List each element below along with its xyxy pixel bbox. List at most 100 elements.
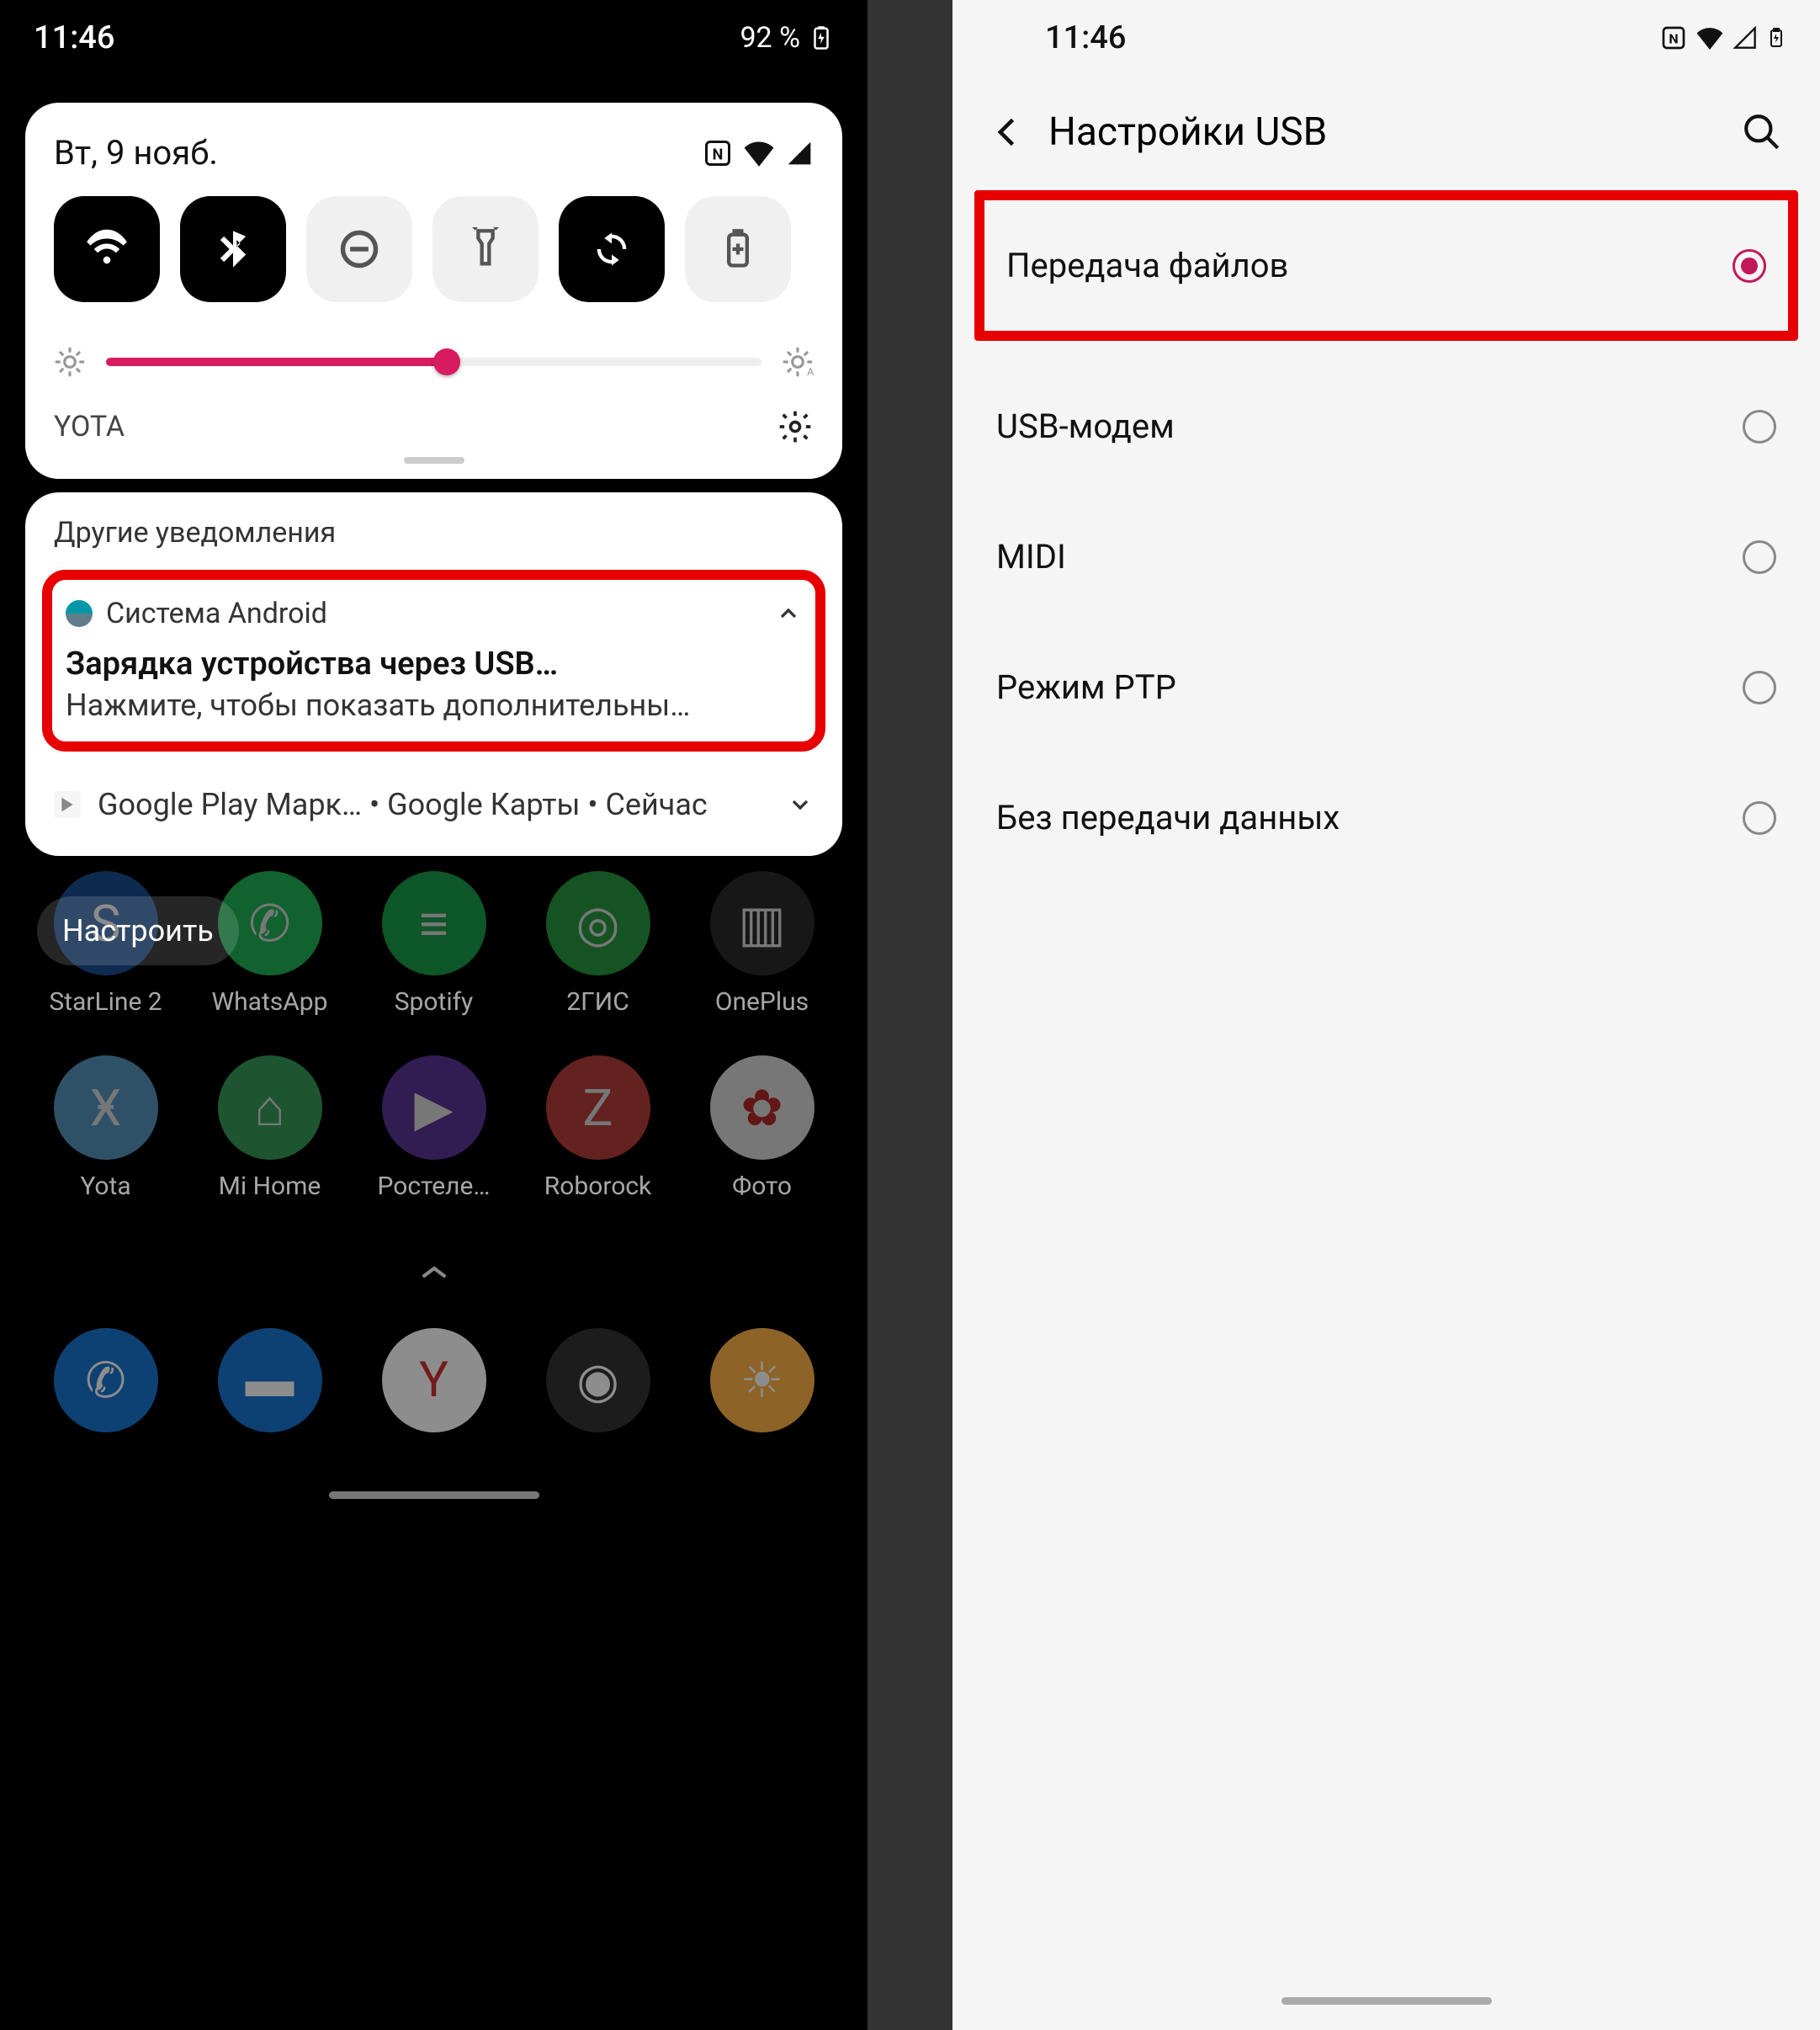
svg-text:N: N [713, 146, 724, 163]
app-Roborock[interactable]: Z Roborock [523, 1055, 674, 1201]
status-battery-text: 92 % [740, 21, 800, 55]
app-icon: ◉ [546, 1328, 650, 1432]
app-weather[interactable]: ☀ [710, 1328, 814, 1432]
app-icon: ☀ [710, 1328, 814, 1432]
svg-text:A: A [807, 366, 814, 378]
signal-icon [1732, 26, 1758, 50]
brightness-thumb[interactable] [433, 348, 460, 375]
app-Фото[interactable]: ✿Фото [687, 1055, 838, 1201]
dock-row: ✆ ▬ Y ◉ ☀ [0, 1308, 868, 1491]
app-yandex[interactable]: Y [382, 1328, 486, 1432]
nav-bar-pill[interactable] [329, 1491, 539, 1499]
app-icon: Z [546, 1055, 650, 1160]
app-label: 2ГИС [523, 987, 674, 1017]
option-highlighted: Передача файлов [974, 190, 1798, 341]
option-label: Без передачи данных [996, 798, 1340, 837]
app-icon: ≡ [382, 871, 486, 975]
usb-option-row[interactable]: MIDI [952, 492, 1820, 622]
notification-collapsed-group[interactable]: Google Play Марк… • Google Карты • Сейча… [25, 765, 842, 844]
carrier-label: YOTA [54, 410, 125, 444]
wifi-status-icon [743, 140, 775, 167]
quick-settings-panel[interactable]: Вт, 9 нояб. N A YOTA [25, 103, 842, 479]
app-label: Mi Home [194, 1172, 346, 1201]
option-label: Передача файлов [1006, 246, 1288, 285]
app-icon: ▥ [710, 871, 814, 975]
notification-panel: Другие уведомления Система Android Заряд… [25, 492, 842, 856]
panel-drag-handle[interactable] [404, 457, 464, 464]
qs-status-icons: N [703, 138, 814, 168]
app-icon: Ӿ [54, 1055, 158, 1160]
radio-button[interactable] [1743, 671, 1776, 704]
app-Yota[interactable]: ӾYota [30, 1055, 182, 1201]
app-label: Фото [687, 1172, 838, 1201]
battery-charging-icon [1766, 24, 1786, 52]
qs-tile-flashlight[interactable] [432, 196, 539, 302]
usb-options-list: Передача файлов USB-модем MIDI Режим PTP Без… [952, 180, 1820, 883]
notif-section-header: Другие уведомления [25, 516, 842, 561]
gear-icon[interactable] [777, 408, 814, 445]
page-title: Настройки USB [1048, 109, 1719, 155]
qs-tile-autorotate[interactable] [559, 196, 665, 302]
qs-tile-wifi[interactable] [54, 196, 160, 302]
status-icons-right: N [1660, 24, 1786, 52]
chevron-down-icon[interactable] [787, 791, 814, 818]
usb-option-row[interactable]: Режим PTP [952, 622, 1820, 752]
app-phone[interactable]: ✆ [54, 1328, 158, 1432]
radio-button[interactable] [1743, 410, 1776, 444]
home-drawer-caret[interactable] [0, 1235, 868, 1308]
brightness-auto-icon[interactable]: A [782, 346, 814, 378]
app-label: Ростеле… [358, 1172, 510, 1201]
qs-tile-battery-saver[interactable] [685, 196, 791, 302]
radio-button[interactable] [1732, 249, 1766, 283]
app-OnePlus[interactable]: ▥ OnePlus [687, 871, 838, 1017]
qs-tile-bluetooth[interactable] [180, 196, 286, 302]
app-label: StarLine 2 [30, 987, 182, 1017]
brightness-fill [106, 358, 447, 366]
status-icons: 92 % [740, 21, 834, 55]
brightness-low-icon [54, 346, 86, 378]
option-label: Режим PTP [996, 667, 1176, 707]
usb-option-row[interactable]: Без передачи данных [952, 752, 1820, 883]
app-icon: ⌂ [218, 1055, 322, 1160]
app-row-2: ӾYota ⌂ Mi Home ▶Ростеле… Z Roborock ✿Фото [0, 1050, 868, 1235]
app-label: Roborock [523, 1172, 674, 1201]
status-bar-left: 11:46 92 % [0, 0, 868, 76]
app-icon: ◎ [546, 871, 650, 975]
qs-tile-dnd[interactable] [306, 196, 412, 302]
app-Mi Home[interactable]: ⌂ Mi Home [194, 1055, 346, 1201]
app-label: OnePlus [687, 987, 838, 1017]
app-label: WhatsApp [194, 987, 346, 1017]
search-icon[interactable] [1741, 111, 1783, 153]
app-messages[interactable]: ▬ [218, 1328, 322, 1432]
brightness-slider-row: A [54, 346, 814, 378]
chevron-up-icon[interactable] [775, 600, 802, 627]
battery-charging-icon [809, 21, 834, 55]
app-camera[interactable]: ◉ [546, 1328, 650, 1432]
settings-header: Настройки USB [952, 76, 1820, 180]
phone-left-screenshot: 11:46 92 % Вт, 9 нояб. N [0, 0, 868, 2030]
home-screen-area: Настроить SStarLine 2✆WhatsApp≡Spotify◎2… [0, 866, 868, 1499]
back-arrow-icon[interactable] [990, 114, 1027, 151]
brightness-slider[interactable] [106, 358, 761, 366]
notification-usb-highlighted[interactable]: Система Android Зарядка устройства через… [42, 570, 825, 752]
android-system-icon [66, 600, 93, 627]
app-icon: ✆ [54, 1328, 158, 1432]
nfc-icon: N [703, 138, 733, 168]
option-label: USB-модем [996, 407, 1175, 446]
qs-date: Вт, 9 нояб. [54, 133, 218, 173]
nfc-icon: N [1660, 24, 1687, 51]
signal-icon [785, 140, 814, 167]
usb-option-row[interactable]: USB-модем [952, 361, 1820, 492]
notif-title: Зарядка устройства через USB… [66, 646, 802, 683]
app-Spotify[interactable]: ≡Spotify [358, 871, 510, 1017]
nav-bar-pill-right[interactable] [1281, 1997, 1492, 2005]
play-store-icon [54, 791, 81, 818]
notif-body: Нажмите, чтобы показать дополнительны… [66, 688, 802, 723]
app-Ростеле…[interactable]: ▶Ростеле… [358, 1055, 510, 1201]
app-icon: Y [382, 1328, 486, 1432]
radio-button[interactable] [1743, 540, 1776, 574]
setup-button[interactable]: Настроить [37, 896, 239, 965]
usb-option-row[interactable]: Передача файлов [984, 200, 1788, 331]
radio-button[interactable] [1743, 801, 1776, 835]
app-2ГИС[interactable]: ◎ 2ГИС [523, 871, 674, 1017]
